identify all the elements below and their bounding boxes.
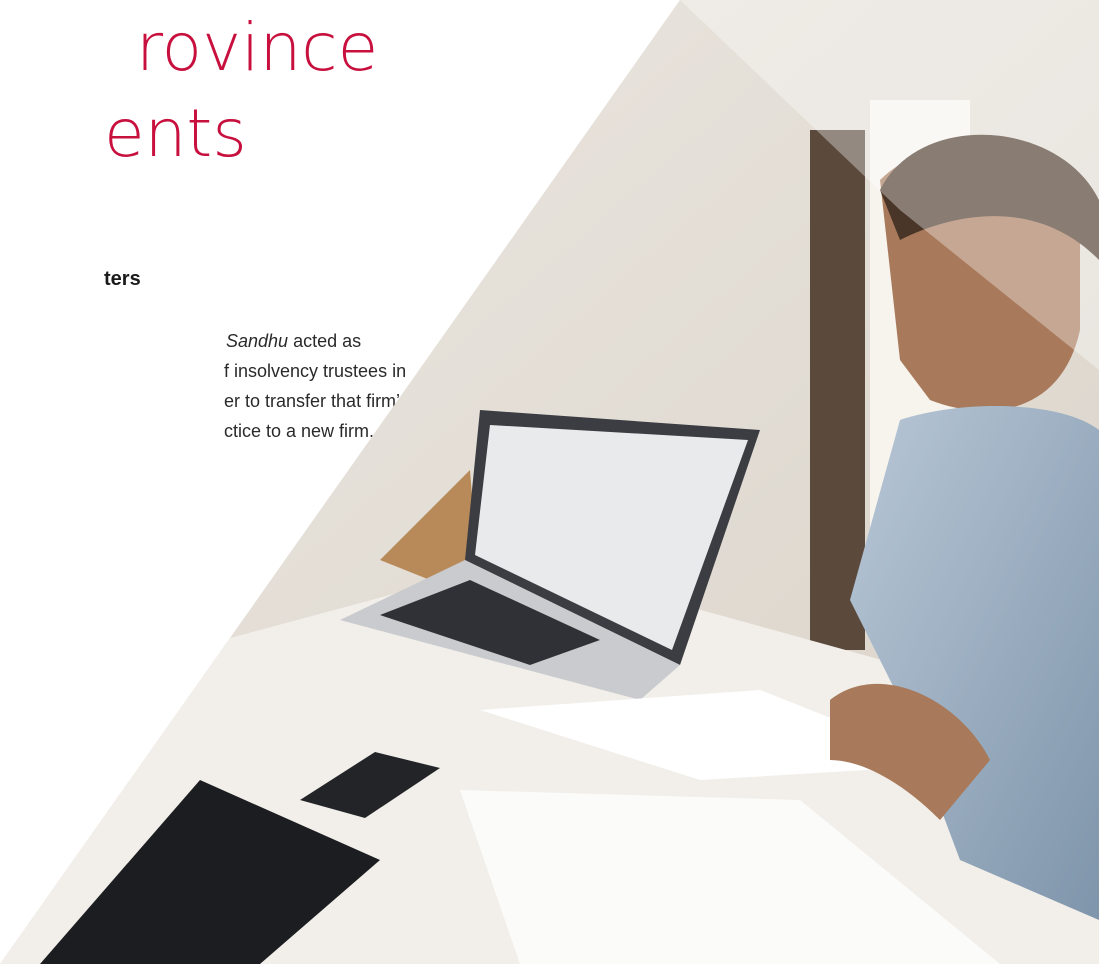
office-photo xyxy=(0,0,1099,964)
window-frame xyxy=(810,130,865,650)
